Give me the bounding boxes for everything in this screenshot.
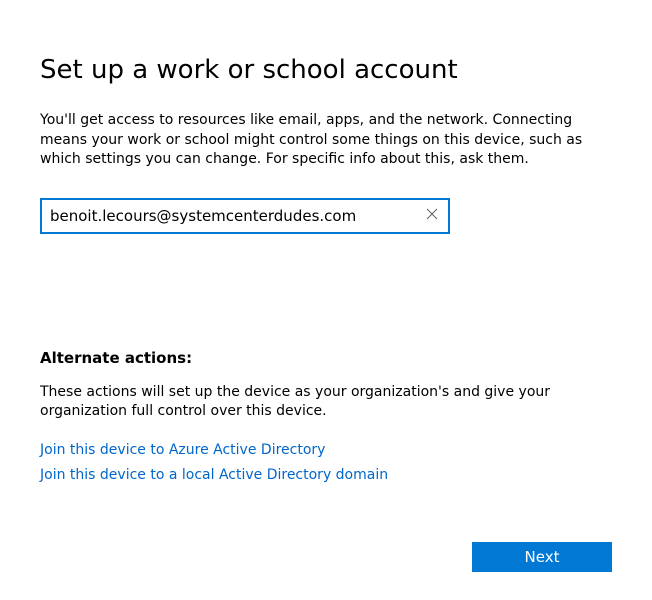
join-azure-ad-link[interactable]: Join this device to Azure Active Directo… [40, 438, 612, 463]
email-input-wrapper[interactable] [40, 198, 450, 234]
join-local-ad-link[interactable]: Join this device to a local Active Direc… [40, 463, 612, 488]
clear-input-button[interactable] [416, 200, 448, 232]
close-icon [426, 208, 438, 223]
alternate-description: These actions will set up the device as … [40, 383, 612, 422]
page-title: Set up a work or school account [40, 55, 612, 85]
next-button[interactable]: Next [472, 542, 612, 572]
page-description: You'll get access to resources like emai… [40, 111, 612, 170]
dialog-footer: Next [472, 542, 612, 572]
alternate-heading: Alternate actions: [40, 349, 612, 367]
email-field[interactable] [42, 201, 416, 231]
